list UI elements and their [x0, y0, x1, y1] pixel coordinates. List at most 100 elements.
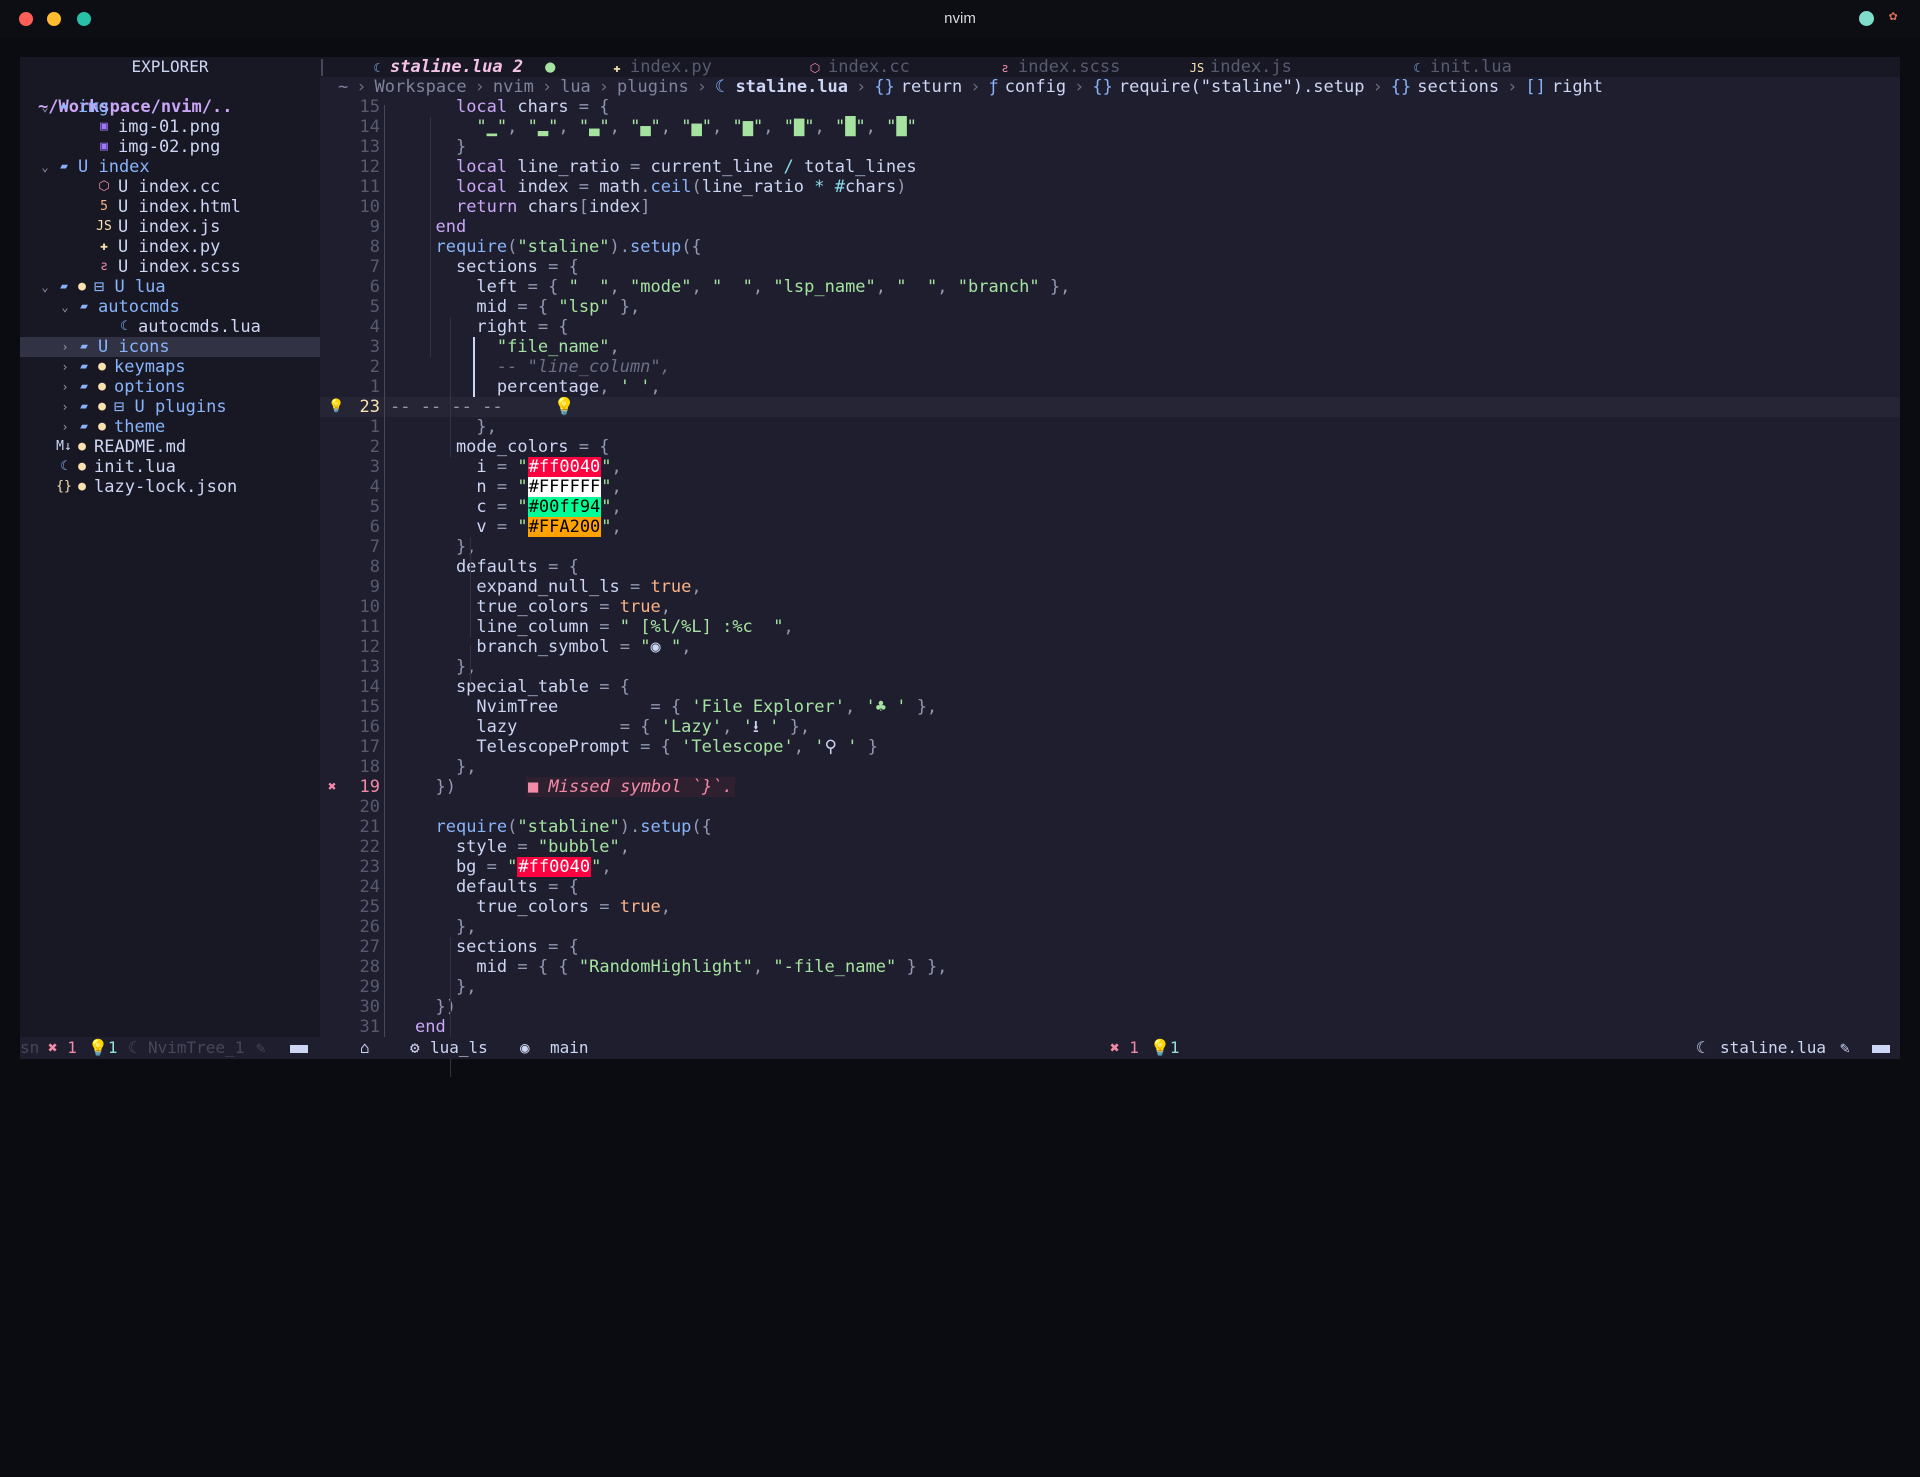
breadcrumb-symbol[interactable]: require("staline").setup	[1119, 77, 1365, 97]
code-line[interactable]: },	[415, 917, 476, 937]
status-hints[interactable]: 💡1	[1150, 1037, 1180, 1059]
code-line[interactable]: sections = {	[415, 257, 579, 277]
code-line[interactable]: },	[415, 417, 496, 437]
chevron-down-icon[interactable]: ⌄	[58, 297, 72, 317]
tree-item[interactable]: JS U index.js	[20, 217, 320, 237]
status-errors[interactable]: ✖ 1	[1110, 1037, 1139, 1059]
status-errors-left[interactable]: ✖ 1	[48, 1037, 77, 1059]
tree-item[interactable]: ƨ U index.scss	[20, 257, 320, 277]
tree-item[interactable]: ☾ ● init.lua	[20, 457, 320, 477]
tree-item[interactable]: 5 U index.html	[20, 197, 320, 217]
tab-index-js[interactable]: JS index.js	[1188, 57, 1292, 77]
code-line[interactable]: -- "line_column",	[415, 357, 671, 377]
code-line[interactable]: defaults = {	[415, 877, 579, 897]
code-line[interactable]: percentage, ' ',	[415, 377, 661, 397]
status-hints-left[interactable]: 💡1	[88, 1037, 118, 1059]
breadcrumb-symbol[interactable]: return	[901, 77, 962, 97]
code-line[interactable]: local index = math.ceil(line_ratio * #ch…	[415, 177, 907, 197]
tree-item[interactable]: M↓ ● README.md	[20, 437, 320, 457]
code-line[interactable]: TelescopePrompt = { 'Telescope', '⚲ ' }	[415, 737, 878, 757]
code-line[interactable]: mid = { { "RandomHighlight", "-file_name…	[415, 957, 947, 977]
code-line[interactable]: })	[415, 777, 455, 797]
breadcrumb-dir[interactable]: plugins	[617, 77, 689, 97]
tree-item[interactable]: ▣ img-01.png	[20, 117, 320, 137]
status-lsp[interactable]: lua_ls	[430, 1037, 488, 1059]
tree-item[interactable]: ⌄ ▰ autocmds	[20, 297, 320, 317]
code-line[interactable]: end	[415, 217, 466, 237]
tree-item[interactable]: ▣ img-02.png	[20, 137, 320, 157]
code-line[interactable]: i = "#ff0040",	[415, 457, 622, 477]
modified-indicator-icon[interactable]: ●	[545, 57, 555, 77]
code-line[interactable]: mode_colors = {	[415, 437, 610, 457]
code-line[interactable]: }	[415, 137, 466, 157]
breadcrumb-symbol[interactable]: right	[1552, 77, 1603, 97]
code-line[interactable]: right = {	[415, 317, 568, 337]
chevron-right-icon[interactable]: ›	[58, 417, 72, 437]
code-line[interactable]: bg = "#ff0040",	[415, 857, 612, 877]
code-line[interactable]: defaults = {	[415, 557, 579, 577]
code-line[interactable]: n = "#FFFFFF",	[415, 477, 622, 497]
explorer-root[interactable]: ~/Workspace/nvim/..	[20, 77, 320, 117]
tree-item[interactable]: › ▰ ● keymaps	[20, 357, 320, 377]
chevron-right-icon[interactable]: ›	[58, 377, 72, 397]
code-line[interactable]: local chars = {	[415, 97, 610, 117]
app-tray-icon[interactable]: ✿	[1889, 8, 1897, 24]
breadcrumb-symbol[interactable]: sections	[1417, 77, 1499, 97]
chevron-right-icon[interactable]: ›	[58, 357, 72, 377]
code-line[interactable]: local line_ratio = current_line / total_…	[415, 157, 917, 177]
code-line[interactable]: special_table = {	[415, 677, 630, 697]
chevron-down-icon[interactable]: ⌄	[38, 277, 52, 297]
tab-index-scss[interactable]: ƨ index.scss	[996, 57, 1120, 77]
code-line[interactable]: sections = {	[415, 937, 579, 957]
code-line[interactable]: },	[415, 537, 476, 557]
chevron-down-icon[interactable]: ⌄	[38, 97, 52, 117]
code-line[interactable]: },	[415, 977, 476, 997]
breadcrumb-dir[interactable]: nvim	[493, 77, 534, 97]
code-line[interactable]: },	[415, 657, 476, 677]
code-line[interactable]: line_column = " [%l/%L] :%c ",	[415, 617, 793, 637]
code-line[interactable]: require("staline").setup({	[415, 237, 701, 257]
breadcrumb-symbol[interactable]: config	[1005, 77, 1066, 97]
tree-item[interactable]: › ▰ ● options	[20, 377, 320, 397]
code-line[interactable]: -- -- -- -- 💡	[390, 397, 575, 417]
tree-item[interactable]: › ▰ U icons	[20, 337, 320, 357]
status-branch[interactable]: main	[550, 1037, 589, 1059]
code-line[interactable]: expand_null_ls = true,	[415, 577, 701, 597]
tree-item[interactable]: ⌄ ▰ U index	[20, 157, 320, 177]
chevron-right-icon[interactable]: ›	[58, 337, 72, 357]
code-line[interactable]: return chars[index]	[415, 197, 651, 217]
tab-index-cc[interactable]: ⬡ index.cc	[806, 57, 910, 77]
breadcrumb-dir[interactable]: lua	[560, 77, 591, 97]
code-line[interactable]: c = "#00ff94",	[415, 497, 622, 517]
breadcrumb-home[interactable]: ~	[338, 77, 348, 97]
tab-staline-lua[interactable]: ☾ staline.lua 2 ●	[368, 57, 555, 77]
status-file[interactable]: staline.lua	[1720, 1037, 1826, 1059]
code-line[interactable]: mid = { "lsp" },	[415, 297, 640, 317]
code-line[interactable]: "file_name",	[415, 337, 620, 357]
breadcrumb-dir[interactable]: Workspace	[375, 77, 467, 97]
tab-init-lua[interactable]: ☾ init.lua	[1408, 57, 1512, 77]
tab-index-py[interactable]: ✚ index.py	[608, 57, 712, 77]
code-line[interactable]: "▁", "▂", "▃", "▄", "▅", "▆", "▇", "█", …	[415, 117, 916, 137]
code-line[interactable]: left = { " ", "mode", " ", "lsp_name", "…	[415, 277, 1070, 297]
code-line[interactable]: lazy = { 'Lazy', '⭳ ' },	[415, 717, 810, 737]
code-line[interactable]: true_colors = true,	[415, 897, 671, 917]
tree-item[interactable]: ⌄ ▰ ● ⊟ U lua	[20, 277, 320, 297]
code-line[interactable]: v = "#FFA200",	[415, 517, 622, 537]
code-line[interactable]: branch_symbol = "◉ ",	[415, 637, 691, 657]
chevron-down-icon[interactable]: ⌄	[38, 157, 52, 177]
chevron-right-icon[interactable]: ›	[58, 397, 72, 417]
code-line[interactable]: },	[415, 757, 476, 777]
tree-item[interactable]: ⌄ ▰ img	[20, 97, 320, 117]
code-line[interactable]: style = "bubble",	[415, 837, 630, 857]
code-line[interactable]: NvimTree = { 'File Explorer', '♣ ' },	[415, 697, 937, 717]
tree-item[interactable]: ⬡ U index.cc	[20, 177, 320, 197]
breadcrumb-file[interactable]: staline.lua	[735, 77, 848, 97]
code-line[interactable]: end	[415, 1017, 446, 1037]
tree-item[interactable]: ✚ U index.py	[20, 237, 320, 257]
tree-item[interactable]: › ▰ ● ⊟ U plugins	[20, 397, 320, 417]
tree-item[interactable]: › ▰ ● theme	[20, 417, 320, 437]
code-line[interactable]: require("stabline").setup({	[415, 817, 711, 837]
code-line[interactable]: true_colors = true,	[415, 597, 671, 617]
tree-item[interactable]: {} ● lazy-lock.json	[20, 477, 320, 497]
